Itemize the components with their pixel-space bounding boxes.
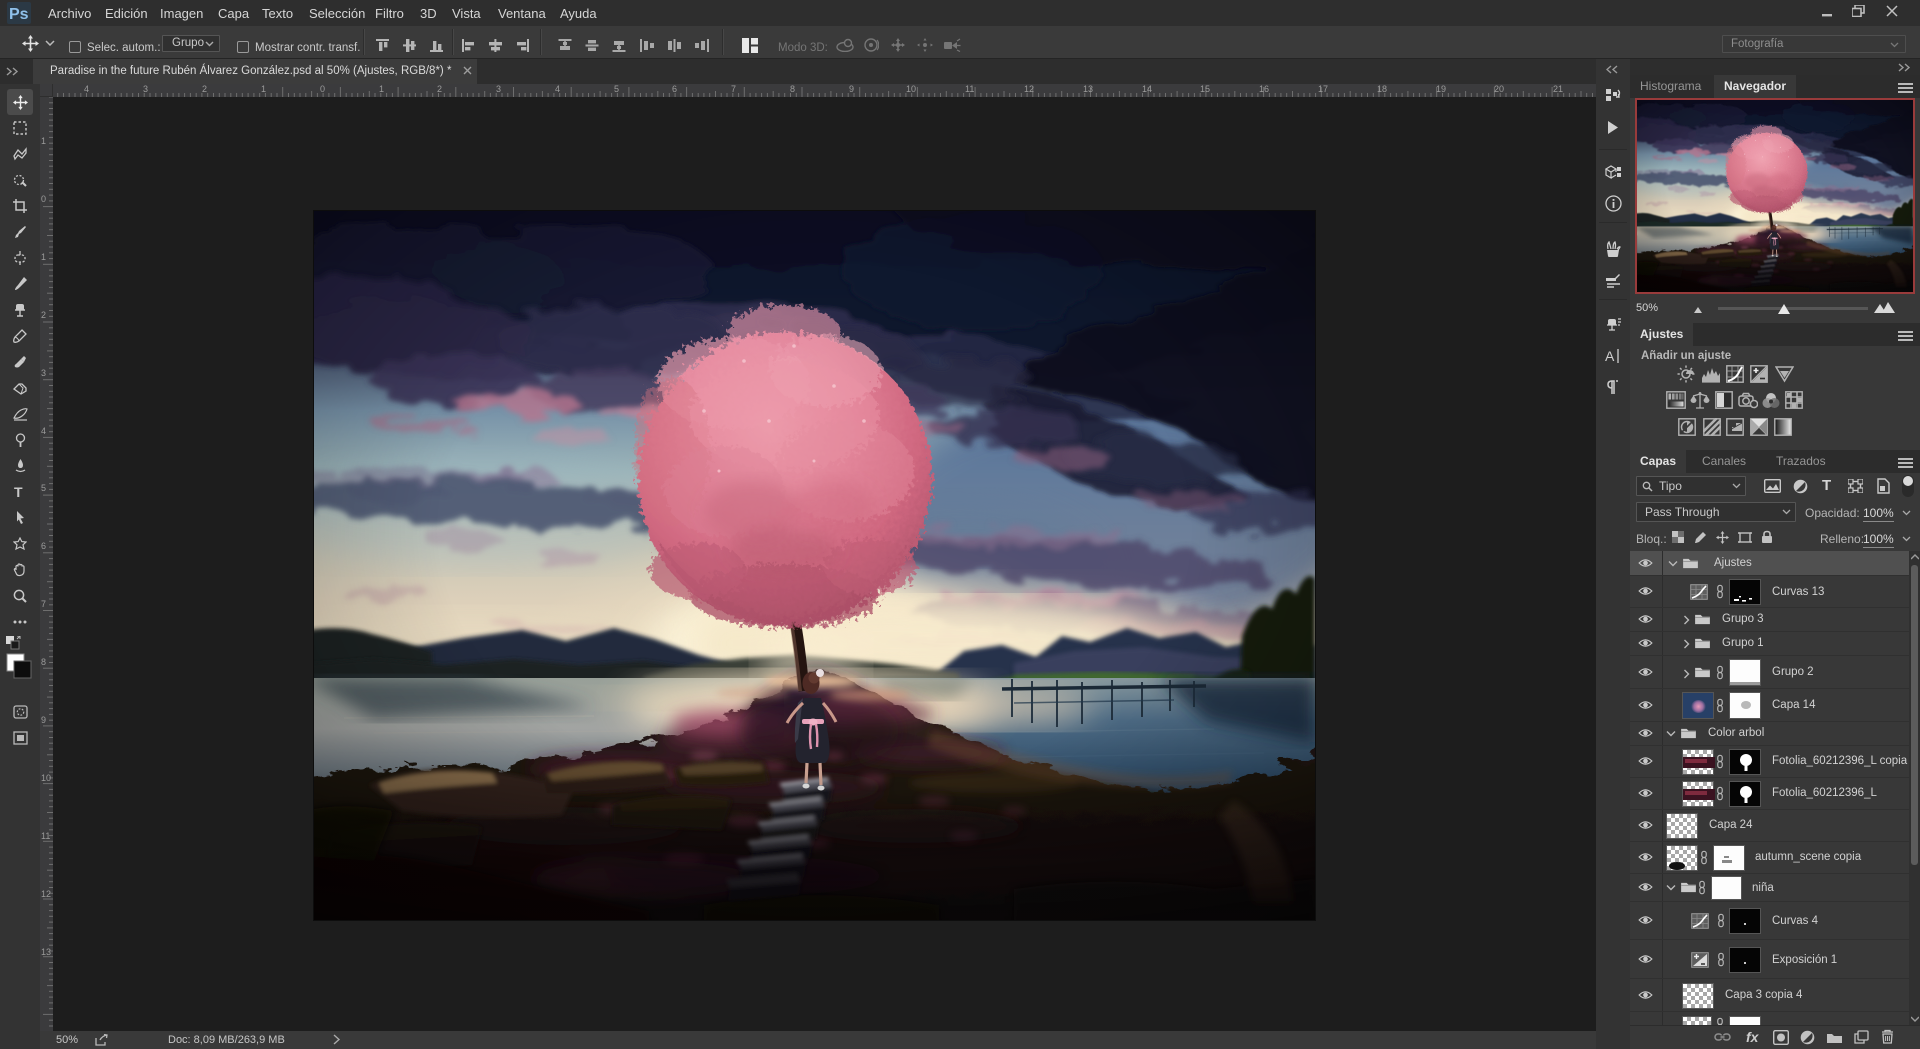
- svg-text:Ps: Ps: [9, 6, 29, 23]
- svg-text:T: T: [14, 485, 23, 499]
- svg-text:A: A: [1605, 348, 1615, 364]
